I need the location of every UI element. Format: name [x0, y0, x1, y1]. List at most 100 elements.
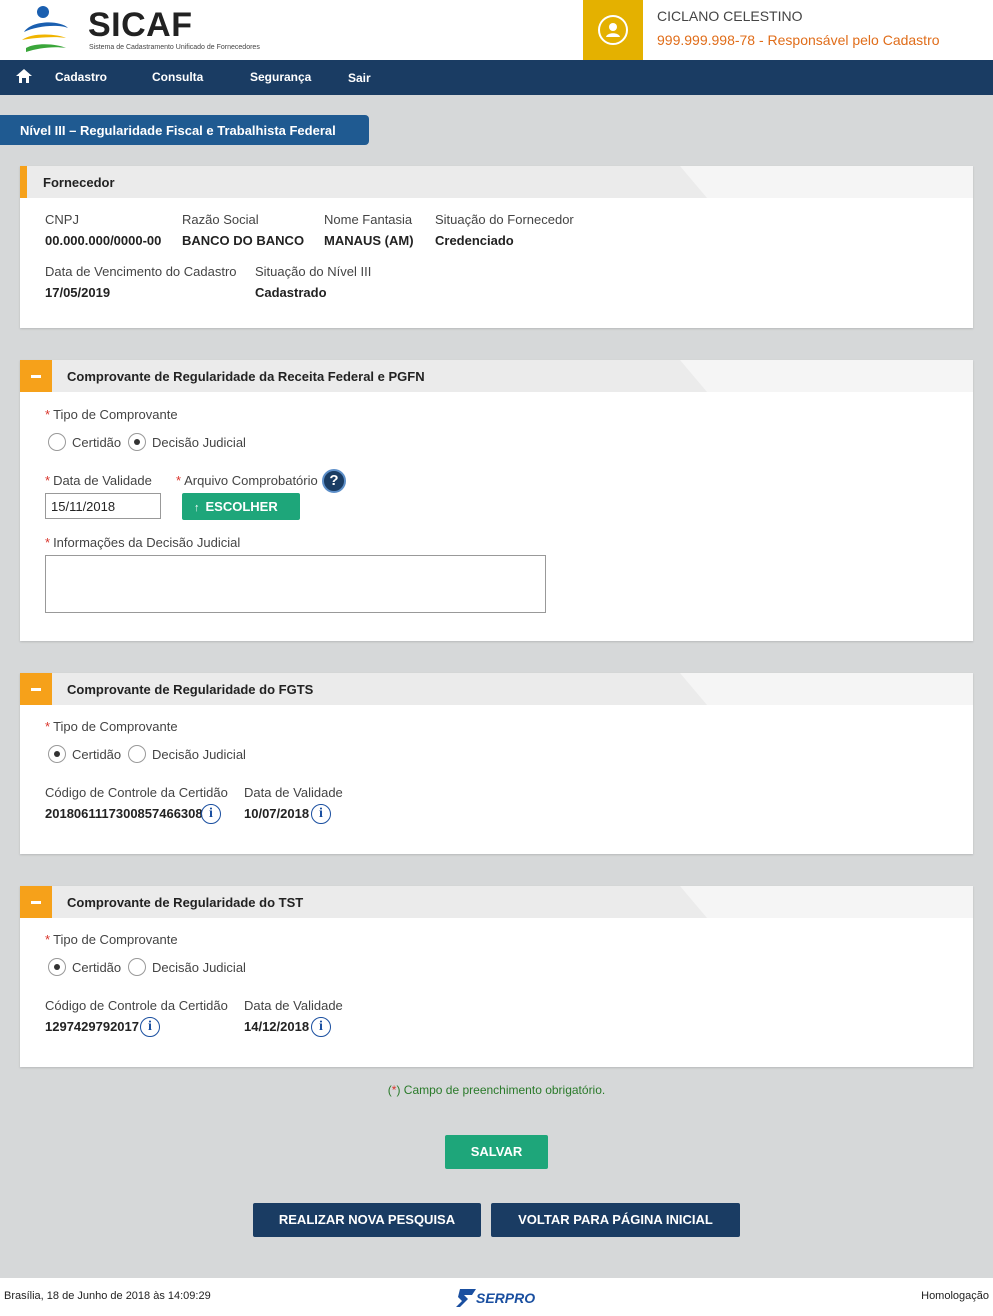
fgts-radio-decisao[interactable]: [128, 745, 146, 763]
tst-validade-value: 14/12/2018: [244, 1019, 310, 1034]
fgts-radio-certidao-label[interactable]: Certidão: [72, 747, 121, 762]
required-star: *: [45, 719, 51, 734]
info-icon[interactable]: i: [311, 804, 331, 824]
header-decoration: [680, 166, 973, 198]
home-icon[interactable]: [16, 69, 32, 83]
fornecedor-panel: Fornecedor CNPJ 00.000.000/0000-00 Razão…: [20, 166, 973, 328]
vencimento-label: Data de Vencimento do Cadastro: [45, 264, 237, 279]
fgts-tipo-label: * Tipo de Comprovante: [45, 719, 178, 734]
receita-panel: Comprovante de Regularidade da Receita F…: [20, 360, 973, 641]
footer-environment: Homologação: [921, 1290, 989, 1302]
back-home-button[interactable]: VOLTAR PARA PÁGINA INICIAL: [491, 1203, 740, 1237]
receita-validade-input[interactable]: [45, 493, 161, 519]
receita-radio-decisao[interactable]: [128, 433, 146, 451]
sicaf-logo[interactable]: SICAF Sistema de Cadastramento Unificado…: [18, 4, 278, 56]
situacao-value: Credenciado: [435, 233, 514, 248]
save-button[interactable]: SALVAR: [445, 1135, 548, 1169]
nivel-value: Cadastrado: [255, 285, 327, 300]
receita-tipo-label-text: Tipo de Comprovante: [53, 407, 178, 422]
fgts-validade-label: Data de Validade: [244, 785, 343, 800]
receita-title: Comprovante de Regularidade da Receita F…: [67, 369, 425, 384]
nav-consulta[interactable]: Consulta: [152, 70, 203, 84]
receita-panel-header: Comprovante de Regularidade da Receita F…: [20, 360, 973, 392]
tst-radio-decisao[interactable]: [128, 958, 146, 976]
receita-validade-label: * Data de Validade: [45, 473, 152, 488]
tst-panel: Comprovante de Regularidade do TST * Tipo…: [20, 886, 973, 1067]
fgts-codigo-value: 2018061117300857466308: [45, 806, 203, 821]
info-icon[interactable]: i: [311, 1017, 331, 1037]
fantasia-label: Nome Fantasia: [324, 212, 413, 227]
situacao-label: Situação do Fornecedor: [435, 212, 574, 227]
new-search-button[interactable]: REALIZAR NOVA PESQUISA: [253, 1203, 481, 1237]
fgts-panel-header: Comprovante de Regularidade do FGTS: [20, 673, 973, 705]
collapse-minus-icon[interactable]: [20, 673, 52, 705]
header-decoration: [680, 360, 973, 392]
fgts-tipo-label-text: Tipo de Comprovante: [53, 719, 178, 734]
serpro-logo: SERPRO: [456, 1286, 540, 1308]
receita-tipo-label: * Tipo de Comprovante: [45, 407, 178, 422]
nivel-label: Situação do Nível III: [255, 264, 372, 279]
tst-radio-certidao-label[interactable]: Certidão: [72, 960, 121, 975]
receita-radio-certidao[interactable]: [48, 433, 66, 451]
required-star: *: [45, 932, 51, 947]
collapse-minus-icon[interactable]: [20, 360, 52, 392]
tst-codigo-value: 1297429792017: [45, 1019, 139, 1034]
sicaf-logo-mark-icon: [22, 6, 68, 52]
help-question-icon[interactable]: ?: [322, 469, 346, 493]
tst-radio-decisao-label[interactable]: Decisão Judicial: [152, 960, 246, 975]
collapse-minus-icon[interactable]: [20, 886, 52, 918]
fornecedor-panel-header: Fornecedor: [20, 166, 973, 198]
receita-info-label-text: Informações da Decisão Judicial: [53, 535, 241, 550]
fgts-radio-certidao[interactable]: [48, 745, 66, 763]
nav-seguranca[interactable]: Segurança: [250, 70, 311, 84]
footer-datetime: Brasília, 18 de Junho de 2018 às 14:09:2…: [4, 1290, 211, 1302]
receita-validade-label-text: Data de Validade: [53, 473, 152, 488]
choose-file-button[interactable]: ↑ ESCOLHER: [182, 493, 300, 520]
nav-sair[interactable]: Sair: [348, 71, 371, 85]
tst-title: Comprovante de Regularidade do TST: [67, 895, 304, 910]
arrow-up-icon: ↑: [194, 502, 200, 514]
receita-radio-certidao-label[interactable]: Certidão: [72, 435, 121, 450]
fgts-radio-decisao-label[interactable]: Decisão Judicial: [152, 747, 246, 762]
header-decoration: [680, 886, 973, 918]
tst-codigo-label: Código de Controle da Certidão: [45, 998, 228, 1013]
info-icon[interactable]: i: [140, 1017, 160, 1037]
nav-cadastro[interactable]: Cadastro: [55, 70, 107, 84]
tst-panel-header: Comprovante de Regularidade do TST: [20, 886, 973, 918]
receita-info-label: * Informações da Decisão Judicial: [45, 535, 240, 550]
required-star: *: [45, 535, 51, 550]
required-star: *: [45, 407, 51, 422]
razao-value: BANCO DO BANCO: [182, 233, 305, 248]
app-subtitle: Sistema de Cadastramento Unificado de Fo…: [89, 44, 260, 51]
receita-info-textarea[interactable]: [45, 555, 546, 613]
receita-arquivo-label: * Arquivo Comprobatório: [176, 473, 318, 488]
tst-validade-label: Data de Validade: [244, 998, 343, 1013]
receita-radio-decisao-label[interactable]: Decisão Judicial: [152, 435, 246, 450]
app-header: SICAF Sistema de Cadastramento Unificado…: [0, 0, 993, 60]
main-nav: Cadastro Consulta Segurança Sair: [0, 60, 993, 95]
fantasia-value: MANAUS (AM): [324, 233, 414, 248]
required-star: *: [176, 473, 182, 488]
user-avatar[interactable]: [583, 0, 643, 60]
footer: Brasília, 18 de Junho de 2018 às 14:09:2…: [0, 1278, 993, 1316]
header-decoration: [680, 673, 973, 705]
page-title: Nível III – Regularidade Fiscal e Trabal…: [0, 115, 369, 145]
fgts-panel: Comprovante de Regularidade do FGTS * Tip…: [20, 673, 973, 854]
panel-accent-stripe: [20, 166, 27, 198]
razao-label: Razão Social: [182, 212, 259, 227]
tst-radio-certidao[interactable]: [48, 958, 66, 976]
mandatory-star: *: [391, 1083, 397, 1097]
info-icon[interactable]: i: [201, 804, 221, 824]
fgts-title: Comprovante de Regularidade do FGTS: [67, 682, 314, 697]
cnpj-label: CNPJ: [45, 212, 79, 227]
mandatory-note: (*) Campo de preenchimento obrigatório.: [0, 1083, 993, 1097]
user-name: CICLANO CELESTINO: [657, 8, 803, 24]
user-icon: [598, 15, 628, 45]
tst-tipo-label: * Tipo de Comprovante: [45, 932, 178, 947]
fgts-codigo-label: Código de Controle da Certidão: [45, 785, 228, 800]
vencimento-value: 17/05/2019: [45, 285, 111, 300]
fgts-validade-value: 10/07/2018: [244, 806, 310, 821]
fornecedor-title: Fornecedor: [43, 175, 115, 190]
choose-file-button-label: ESCOLHER: [205, 499, 278, 514]
serpro-logo-mark-icon: [456, 1289, 476, 1307]
